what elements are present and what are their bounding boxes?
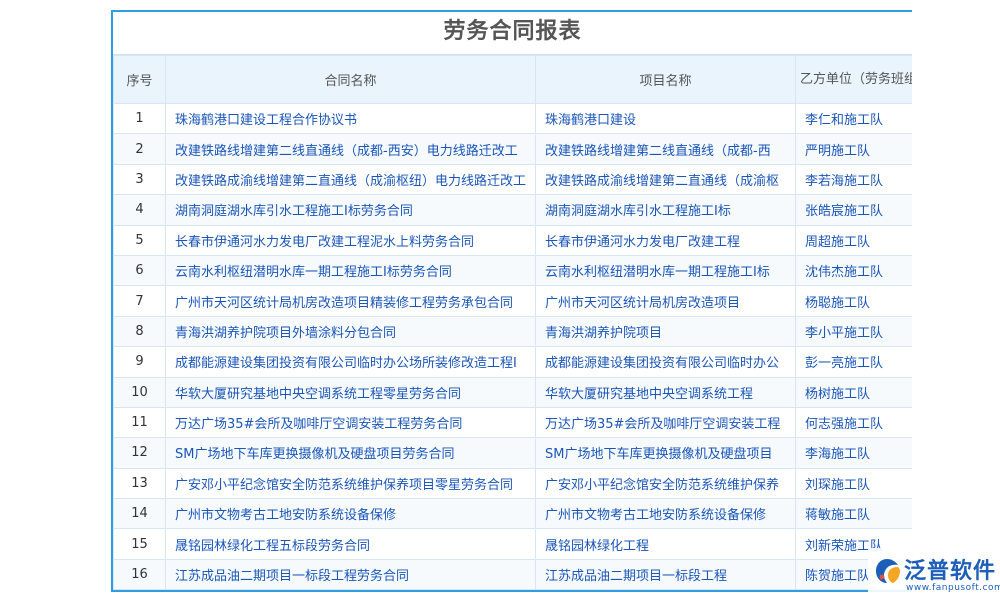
contract-name-link[interactable]: 华软大厦研究基地中央空调系统工程零星劳务合同 bbox=[165, 376, 536, 408]
table-row[interactable]: 4 湖南洞庭湖水库引水工程施工I标劳务合同 湖南洞庭湖水库引水工程施工I标 张皓宸施工… bbox=[113, 194, 912, 226]
table-row[interactable]: 14 广州市文物考古工地安防系统设备保修 广州市文物考古工地安防系统设备保修 蒋敏施工… bbox=[113, 498, 912, 530]
project-name-link[interactable]: 华软大厦研究基地中央空调系统工程 bbox=[535, 376, 796, 408]
party-b-link[interactable]: 杨树施工队 bbox=[795, 376, 912, 408]
contract-report-panel: 劳务合同报表 序号 合同名称 项目名称 乙方单位（劳务班组） 1珠海鹤港口建设工… bbox=[111, 10, 912, 592]
table-row[interactable]: 16 江苏成品油二期项目一标段工程劳务合同 江苏成品油二期项目一标段工程 陈贺施工队 bbox=[113, 558, 912, 590]
contract-name-link[interactable]: 万达广场35#会所及咖啡厅空调安装工程劳务合同 bbox=[165, 406, 536, 439]
row-index: 10 bbox=[113, 376, 166, 408]
table-row[interactable]: 10 华软大厦研究基地中央空调系统工程零星劳务合同 华软大厦研究基地中央空调系统工程… bbox=[113, 376, 912, 408]
party-b-link[interactable]: 李仁和施工队 bbox=[795, 102, 912, 135]
row-index: 4 bbox=[113, 194, 166, 226]
project-name-link[interactable]: 改建铁路线增建第二线直通线（成都-西 bbox=[535, 133, 796, 165]
contract-name-link[interactable]: 改建铁路成渝线增建第二直通线（成渝枢纽）电力线路迁改工 bbox=[165, 163, 536, 196]
contract-name-link[interactable]: 晟铭园林绿化工程五标段劳务合同 bbox=[165, 528, 536, 560]
column-header-index[interactable]: 序号 bbox=[113, 55, 166, 104]
table-row[interactable]: 11 万达广场35#会所及咖啡厅空调安装工程劳务合同 万达广场35#会所及咖啡厅空调… bbox=[113, 406, 912, 439]
contract-name-link[interactable]: 广州市天河区统计局机房改造项目精装修工程劳务承包合同 bbox=[165, 285, 536, 317]
table-row[interactable]: 3 改建铁路成渝线增建第二直通线（成渝枢纽）电力线路迁改工 改建铁路成渝线增建第二直… bbox=[113, 163, 912, 196]
row-index: 16 bbox=[113, 558, 166, 590]
contract-name-link[interactable]: 江苏成品油二期项目一标段工程劳务合同 bbox=[165, 558, 536, 590]
table-body: 1 珠海鹤港口建设工程合作协议书 珠海鹤港口建设 李仁和施工队 2 改建铁路线增建第二线直… bbox=[113, 102, 912, 590]
column-header-contract-name[interactable]: 合同名称 bbox=[165, 55, 536, 104]
party-b-link[interactable]: 蒋敏施工队 bbox=[795, 498, 912, 530]
project-name-link[interactable]: 长春市伊通河水力发电厂改建工程 bbox=[535, 224, 796, 256]
party-b-link[interactable]: 周超施工队 bbox=[795, 224, 912, 256]
contract-name-link[interactable]: SM广场地下车库更换摄像机及硬盘项目劳务合同 bbox=[165, 437, 536, 469]
brand-watermark: 泛普软件 www.fanpusoft.com bbox=[868, 548, 1000, 600]
project-name-link[interactable]: 晟铭园林绿化工程 bbox=[535, 528, 796, 560]
party-b-link[interactable]: 沈伟杰施工队 bbox=[795, 254, 912, 287]
fanpu-logo-icon bbox=[876, 559, 900, 583]
party-b-link[interactable]: 李小平施工队 bbox=[795, 315, 912, 348]
contract-table: 序号 合同名称 项目名称 乙方单位（劳务班组） 1珠海鹤港口建设工程合作协议书珠… bbox=[113, 55, 912, 590]
column-header-party-b[interactable]: 乙方单位（劳务班组） bbox=[795, 55, 912, 104]
report-title: 劳务合同报表 bbox=[113, 12, 912, 55]
project-name-link[interactable]: 云南水利枢纽潜明水库一期工程施工I标 bbox=[535, 254, 796, 287]
project-name-link[interactable]: 江苏成品油二期项目一标段工程 bbox=[535, 558, 796, 590]
project-name-link[interactable]: 珠海鹤港口建设 bbox=[535, 102, 796, 135]
project-name-link[interactable]: 成都能源建设集团投资有限公司临时办公 bbox=[535, 346, 796, 378]
contract-name-link[interactable]: 成都能源建设集团投资有限公司临时办公场所装修改造工程I bbox=[165, 346, 536, 378]
table-row[interactable]: 15 晟铭园林绿化工程五标段劳务合同 晟铭园林绿化工程 刘新荣施工队 bbox=[113, 528, 912, 560]
contract-name-link[interactable]: 改建铁路线增建第二线直通线（成都-西安）电力线路迁改工 bbox=[165, 133, 536, 165]
party-b-link[interactable]: 刘琛施工队 bbox=[795, 467, 912, 500]
project-name-link[interactable]: 青海洪湖养护院项目 bbox=[535, 315, 796, 348]
table-header-row: 序号 合同名称 项目名称 乙方单位（劳务班组） bbox=[113, 55, 912, 104]
brand-url: www.fanpusoft.com bbox=[906, 583, 1000, 593]
row-index: 7 bbox=[113, 285, 166, 317]
table-row[interactable]: 2 改建铁路线增建第二线直通线（成都-西安）电力线路迁改工 改建铁路线增建第二线直通… bbox=[113, 133, 912, 165]
row-index: 14 bbox=[113, 498, 166, 530]
project-name-link[interactable]: SM广场地下车库更换摄像机及硬盘项目 bbox=[535, 437, 796, 469]
contract-name-link[interactable]: 广安邓小平纪念馆安全防范系统维护保养项目零星劳务合同 bbox=[165, 467, 536, 500]
table-row[interactable]: 1 珠海鹤港口建设工程合作协议书 珠海鹤港口建设 李仁和施工队 bbox=[113, 102, 912, 135]
row-index: 11 bbox=[113, 406, 166, 439]
row-index: 3 bbox=[113, 163, 166, 196]
row-index: 12 bbox=[113, 437, 166, 469]
row-index: 13 bbox=[113, 467, 166, 500]
contract-name-link[interactable]: 珠海鹤港口建设工程合作协议书 bbox=[165, 102, 536, 135]
contract-name-link[interactable]: 广州市文物考古工地安防系统设备保修 bbox=[165, 498, 536, 530]
contract-name-link[interactable]: 云南水利枢纽潜明水库一期工程施工I标劳务合同 bbox=[165, 254, 536, 287]
contract-name-link[interactable]: 湖南洞庭湖水库引水工程施工I标劳务合同 bbox=[165, 194, 536, 226]
project-name-link[interactable]: 广州市天河区统计局机房改造项目 bbox=[535, 285, 796, 317]
table-row[interactable]: 5 长春市伊通河水力发电厂改建工程泥水上料劳务合同 长春市伊通河水力发电厂改建工程周… bbox=[113, 224, 912, 256]
row-index: 15 bbox=[113, 528, 166, 560]
row-index: 2 bbox=[113, 133, 166, 165]
party-b-link[interactable]: 严明施工队 bbox=[795, 133, 912, 165]
table-row[interactable]: 6 云南水利枢纽潜明水库一期工程施工I标劳务合同 云南水利枢纽潜明水库一期工程施工I… bbox=[113, 254, 912, 287]
column-header-project-name[interactable]: 项目名称 bbox=[535, 55, 796, 104]
table-row[interactable]: 12 SM广场地下车库更换摄像机及硬盘项目劳务合同 SM广场地下车库更换摄像机及硬盘… bbox=[113, 437, 912, 469]
table-row[interactable]: 7 广州市天河区统计局机房改造项目精装修工程劳务承包合同 广州市天河区统计局机房改造… bbox=[113, 285, 912, 317]
row-index: 1 bbox=[113, 102, 166, 135]
party-b-link[interactable]: 杨聪施工队 bbox=[795, 285, 912, 317]
row-index: 8 bbox=[113, 315, 166, 348]
row-index: 5 bbox=[113, 224, 166, 256]
table-row[interactable]: 8 青海洪湖养护院项目外墙涂料分包合同 青海洪湖养护院项目 李小平施工队 bbox=[113, 315, 912, 348]
party-b-link[interactable]: 李海施工队 bbox=[795, 437, 912, 469]
project-name-link[interactable]: 湖南洞庭湖水库引水工程施工I标 bbox=[535, 194, 796, 226]
project-name-link[interactable]: 万达广场35#会所及咖啡厅空调安装工程 bbox=[535, 406, 796, 439]
contract-name-link[interactable]: 长春市伊通河水力发电厂改建工程泥水上料劳务合同 bbox=[165, 224, 536, 256]
project-name-link[interactable]: 广州市文物考古工地安防系统设备保修 bbox=[535, 498, 796, 530]
project-name-link[interactable]: 改建铁路成渝线增建第二直通线（成渝枢 bbox=[535, 163, 796, 196]
contract-name-link[interactable]: 青海洪湖养护院项目外墙涂料分包合同 bbox=[165, 315, 536, 348]
party-b-link[interactable]: 李若海施工队 bbox=[795, 163, 912, 196]
party-b-link[interactable]: 张皓宸施工队 bbox=[795, 194, 912, 226]
brand-name: 泛普软件 bbox=[904, 559, 997, 584]
party-b-link[interactable]: 何志强施工队 bbox=[795, 406, 912, 439]
party-b-link[interactable]: 彭一亮施工队 bbox=[795, 346, 912, 378]
row-index: 6 bbox=[113, 254, 166, 287]
project-name-link[interactable]: 广安邓小平纪念馆安全防范系统维护保养 bbox=[535, 467, 796, 500]
row-index: 9 bbox=[113, 346, 166, 378]
table-row[interactable]: 9 成都能源建设集团投资有限公司临时办公场所装修改造工程I 成都能源建设集团投资有限… bbox=[113, 346, 912, 378]
table-row[interactable]: 13 广安邓小平纪念馆安全防范系统维护保养项目零星劳务合同 广安邓小平纪念馆安全防范… bbox=[113, 467, 912, 500]
